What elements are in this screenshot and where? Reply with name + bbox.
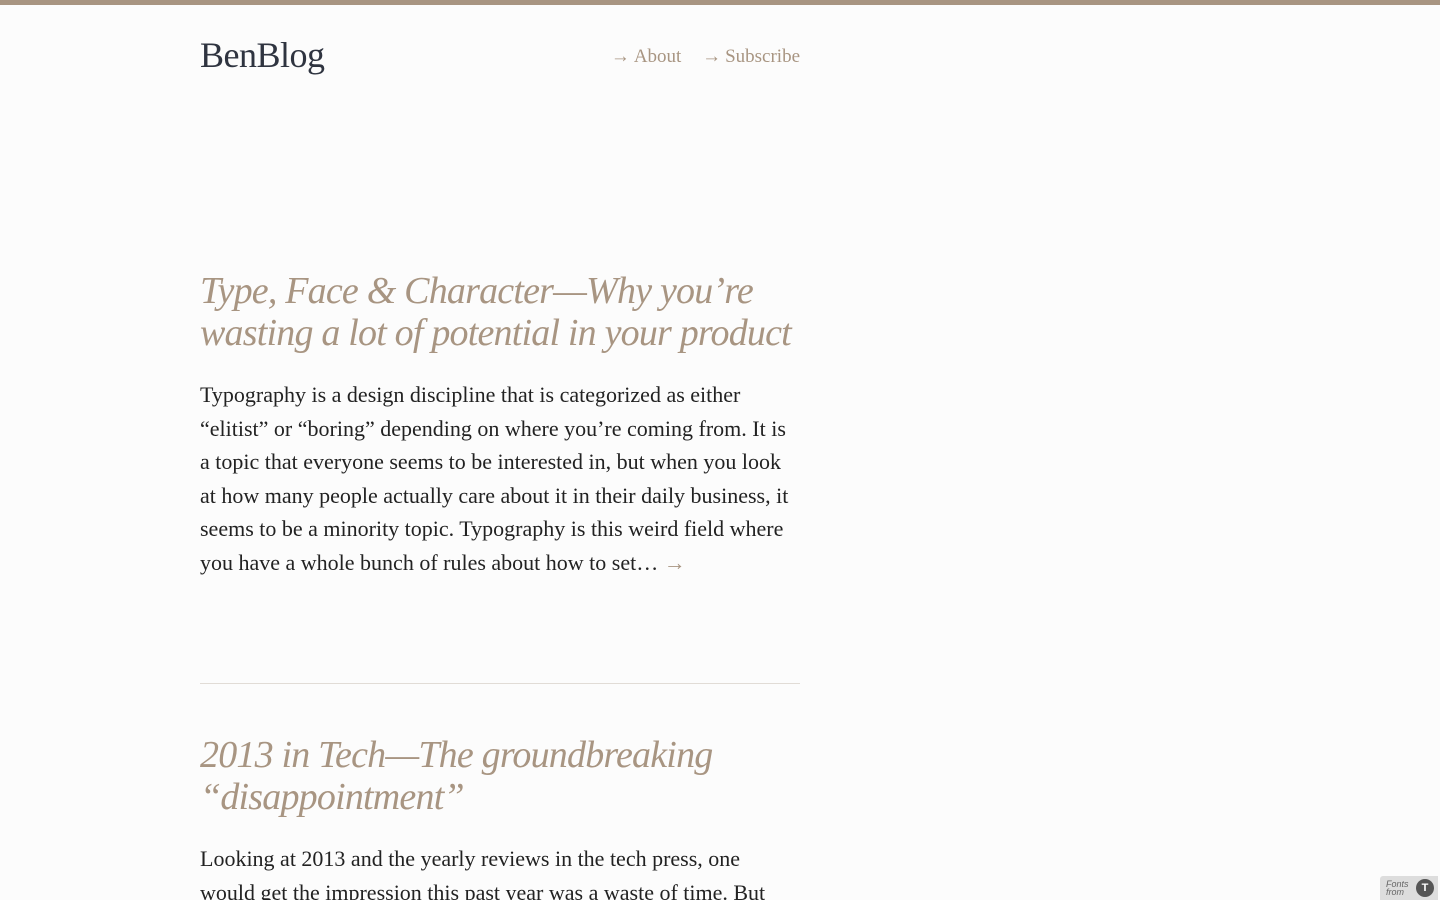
page-container: BenBlog → About → Subscribe Type, Face & C… bbox=[200, 0, 800, 900]
site-title[interactable]: BenBlog bbox=[200, 31, 325, 79]
post-title-link[interactable]: 2013 in Tech—The groundbreaking “disappo… bbox=[200, 734, 800, 818]
post-excerpt-text: Looking at 2013 and the yearly reviews i… bbox=[200, 846, 766, 900]
post-excerpt: Typography is a design discipline that i… bbox=[200, 378, 800, 580]
typekit-logo-icon: T bbox=[1416, 879, 1434, 897]
post-title-link[interactable]: Type, Face & Character—Why you’re wastin… bbox=[200, 270, 800, 354]
post-excerpt: Looking at 2013 and the yearly reviews i… bbox=[200, 842, 800, 900]
post-item: Type, Face & Character—Why you’re wastin… bbox=[200, 270, 800, 580]
post-item: 2013 in Tech—The groundbreaking “disappo… bbox=[200, 734, 800, 900]
fonts-from-label: Fonts from bbox=[1386, 879, 1409, 897]
read-more-arrow-icon[interactable]: → bbox=[664, 550, 686, 575]
fonts-from-badge[interactable]: Fonts from T bbox=[1380, 876, 1438, 900]
arrow-right-icon: → bbox=[702, 46, 722, 67]
site-nav: → About → Subscribe bbox=[595, 44, 800, 70]
post-divider bbox=[200, 683, 800, 684]
post-excerpt-text: Typography is a design discipline that i… bbox=[200, 382, 789, 575]
arrow-right-icon: → bbox=[610, 46, 630, 67]
nav-label-about: About bbox=[633, 46, 682, 67]
nav-link-subscribe[interactable]: → Subscribe bbox=[702, 46, 800, 67]
site-header: BenBlog → About → Subscribe bbox=[200, 0, 800, 100]
nav-label-subscribe: Subscribe bbox=[725, 46, 800, 67]
nav-link-about[interactable]: → About bbox=[611, 46, 686, 67]
